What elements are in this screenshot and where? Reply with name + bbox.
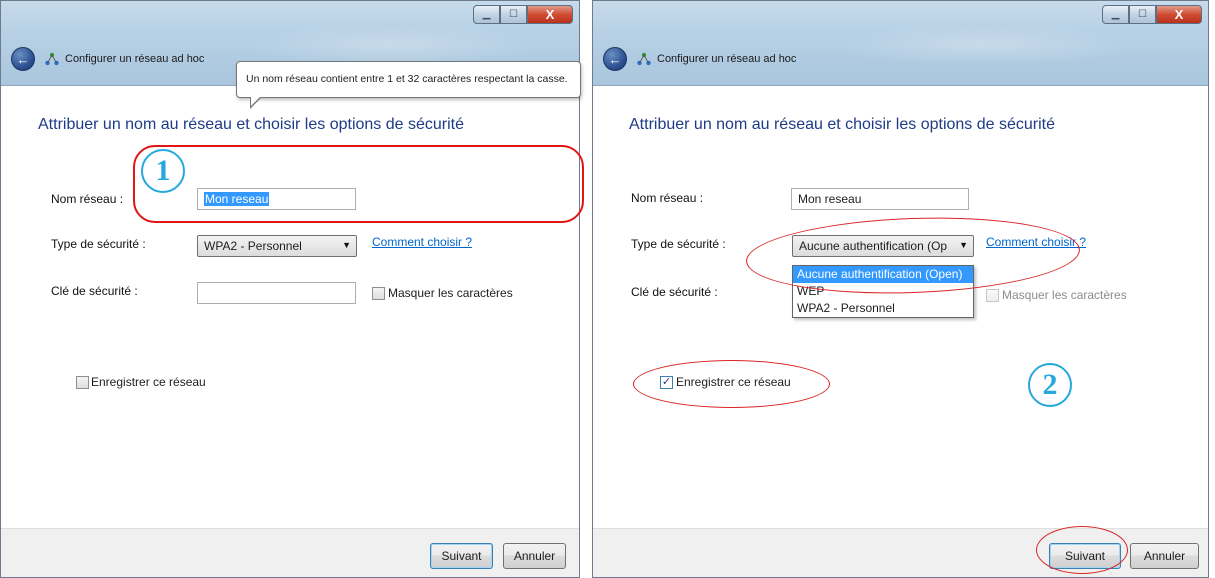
next-button[interactable]: Suivant xyxy=(1049,543,1121,569)
chevron-down-icon: ▼ xyxy=(342,240,351,250)
save-network-label: Enregistrer ce réseau xyxy=(91,375,206,389)
save-network-checkbox[interactable] xyxy=(76,376,89,389)
security-type-label: Type de sécurité : xyxy=(51,237,146,251)
network-name-label: Nom réseau : xyxy=(51,192,124,206)
network-name-input[interactable]: Mon reseau xyxy=(197,188,356,210)
minimize-button[interactable]: ▁ xyxy=(473,5,500,24)
tooltip-pointer-fill xyxy=(251,96,261,106)
maximize-button[interactable]: ☐ xyxy=(500,5,527,24)
network-name-tooltip: Un nom réseau contient entre 1 et 32 car… xyxy=(236,61,581,98)
minimize-button[interactable]: ▁ xyxy=(1102,5,1129,24)
dropdown-option-wpa2[interactable]: WPA2 - Personnel xyxy=(793,300,973,317)
back-arrow-icon[interactable]: ← xyxy=(603,47,627,71)
window-title: Configurer un réseau ad hoc xyxy=(657,53,797,65)
network-name-value: Mon reseau xyxy=(798,192,862,206)
hide-characters-checkbox[interactable] xyxy=(372,287,385,300)
annotation-number-1: 1 xyxy=(141,149,185,193)
network-name-input[interactable]: Mon reseau xyxy=(791,188,969,210)
wizard-content: Attribuer un nom au réseau et choisir le… xyxy=(593,87,1208,528)
caption-buttons: ▁ ☐ X xyxy=(473,5,573,24)
network-name-value: Mon reseau xyxy=(204,192,270,206)
dropdown-option-wep[interactable]: WEP xyxy=(793,283,973,300)
hide-characters-checkbox[interactable] xyxy=(986,289,999,302)
glass-background xyxy=(833,25,1133,65)
title-bar: ▁ ☐ X ← Configurer un réseau ad hoc xyxy=(593,1,1208,86)
close-button[interactable]: X xyxy=(1156,5,1202,24)
maximize-button[interactable]: ☐ xyxy=(1129,5,1156,24)
cancel-button[interactable]: Annuler xyxy=(1130,543,1199,569)
save-network-checkbox[interactable]: ✓ xyxy=(660,376,673,389)
caption-buttons: ▁ ☐ X xyxy=(1102,5,1202,24)
annotation-number-2: 2 xyxy=(1028,363,1072,407)
back-arrow-icon[interactable]: ← xyxy=(11,47,35,71)
security-type-select[interactable]: WPA2 - Personnel ▼ xyxy=(197,235,357,257)
how-to-choose-link[interactable]: Comment choisir ? xyxy=(986,235,1086,249)
save-network-label: Enregistrer ce réseau xyxy=(676,375,791,389)
navigation-bar: ← Configurer un réseau ad hoc xyxy=(11,47,204,71)
wizard-content: Attribuer un nom au réseau et choisir le… xyxy=(1,87,579,528)
navigation-bar: ← Configurer un réseau ad hoc xyxy=(603,47,796,71)
wizard-footer: Suivant Annuler xyxy=(593,528,1208,577)
network-name-label: Nom réseau : xyxy=(631,191,704,205)
dropdown-option-open[interactable]: Aucune authentification (Open) xyxy=(793,266,973,283)
adhoc-network-icon xyxy=(45,52,59,66)
security-type-select[interactable]: Aucune authentification (Op ▼ xyxy=(792,235,974,257)
adhoc-network-icon xyxy=(637,52,651,66)
glass-background xyxy=(241,25,541,65)
security-type-value: Aucune authentification (Op xyxy=(799,239,948,253)
security-key-input[interactable] xyxy=(197,282,356,304)
chevron-down-icon: ▼ xyxy=(959,240,968,250)
close-button[interactable]: X xyxy=(527,5,573,24)
wizard-footer: Suivant Annuler xyxy=(1,528,579,577)
security-key-label: Clé de sécurité : xyxy=(51,284,138,298)
hide-characters-label: Masquer les caractères xyxy=(1002,288,1127,302)
security-key-label: Clé de sécurité : xyxy=(631,285,718,299)
how-to-choose-link[interactable]: Comment choisir ? xyxy=(372,235,472,249)
cancel-button[interactable]: Annuler xyxy=(503,543,566,569)
security-type-label: Type de sécurité : xyxy=(631,237,726,251)
security-type-dropdown-list: Aucune authentification (Open) WEP WPA2 … xyxy=(792,265,974,318)
page-heading: Attribuer un nom au réseau et choisir le… xyxy=(629,116,1056,133)
hide-characters-label: Masquer les caractères xyxy=(388,286,513,300)
security-type-value: WPA2 - Personnel xyxy=(204,239,302,253)
page-heading: Attribuer un nom au réseau et choisir le… xyxy=(38,116,465,133)
right-window: ▁ ☐ X ← Configurer un réseau ad hoc Attr… xyxy=(592,0,1209,578)
next-button[interactable]: Suivant xyxy=(430,543,493,569)
window-title: Configurer un réseau ad hoc xyxy=(65,53,205,65)
